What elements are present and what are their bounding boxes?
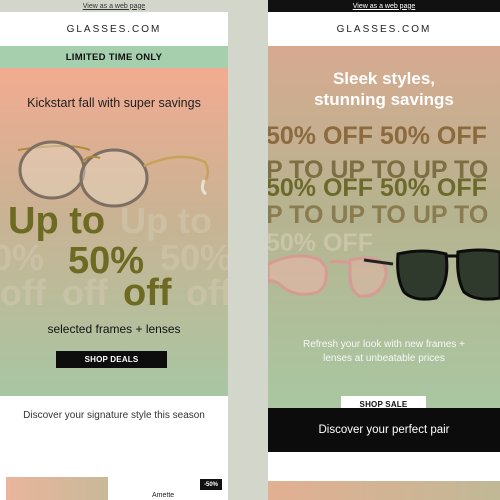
hero-headline: Sleek styles, stunning savings [268,68,500,110]
repeat-row: 50% OFF 50% OFF [268,174,487,202]
section-text: Discover your signature style this seaso… [23,410,205,421]
offer-line-1: Up to [8,200,106,242]
hero-body: Refresh your look with new frames + lens… [268,338,500,366]
content-section [268,452,500,500]
discount-badge: -50% [200,479,222,490]
brand-logo[interactable]: GLASSES.COM [268,12,500,46]
brand-logo[interactable]: GLASSES.COM [0,12,228,46]
product-name[interactable]: Amette [152,492,174,499]
content-section: Discover your signature style this seaso… [0,396,228,500]
repeat-row: P TO UP TO UP TO [268,201,489,229]
ghost-text: off [0,272,46,313]
discover-banner[interactable]: Discover your perfect pair [268,408,500,452]
product-strip[interactable] [268,481,500,500]
headline-line-1: Sleek styles, [332,69,436,88]
shop-deals-button[interactable]: SHOP DEALS [56,351,167,368]
ghost-text: off [186,272,228,313]
headline-line-2: stunning savings [314,90,454,109]
hero-banner[interactable]: Kickstart fall with super savings Up to … [0,68,228,396]
offer-line-3: off [123,272,172,314]
email-preview-left: View as a web page GLASSES.COM LIMITED T… [0,0,228,500]
product-image[interactable] [6,477,108,500]
offer-subhead: selected frames + lenses [47,322,181,336]
hero-banner[interactable]: Sleek styles, stunning savings 50% OFF 5… [268,46,500,408]
view-web-link[interactable]: View as a web page [268,0,500,12]
repeat-row: 50% OFF 50% OFF [268,122,487,150]
view-web-link[interactable]: View as a web page [0,0,228,12]
email-preview-right: View as a web page GLASSES.COM Sleek sty… [268,0,500,500]
body-line-1: Refresh your look with new frames + [302,339,465,350]
limited-time-ribbon: LIMITED TIME ONLY [0,46,228,68]
ghost-text: 50% [160,237,228,278]
ghost-text: 0% [0,237,45,278]
hero-headline: Kickstart fall with super savings [27,96,201,110]
shop-sale-button[interactable]: SHOP SALE [341,396,426,408]
body-line-2: lenses at unbeatable prices [323,353,445,364]
glasses-pair-image [268,248,500,301]
